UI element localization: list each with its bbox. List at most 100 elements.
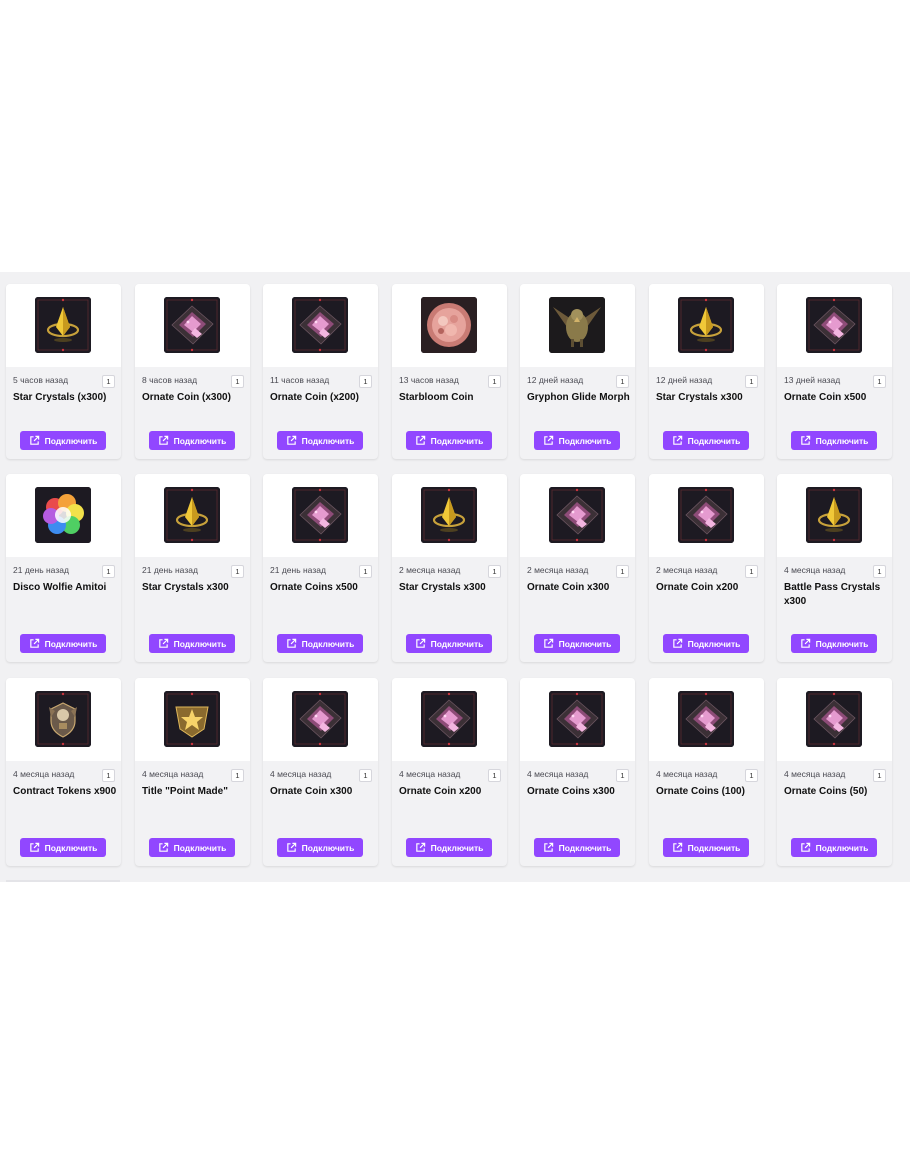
drop-card: 4 месяца назад 1 Ornate Coins (50) Подключи… (777, 678, 892, 866)
external-link-icon (415, 435, 426, 446)
connect-button[interactable]: Подключить (20, 431, 106, 450)
drop-card: 4 месяца назад 1 Ornate Coin x300 Подключит… (263, 678, 378, 866)
external-link-icon (29, 842, 40, 853)
connect-button-label: Подключить (558, 842, 612, 853)
connect-button-label: Подключить (301, 638, 355, 649)
connect-button[interactable]: Подключить (663, 838, 749, 857)
received-time: 4 месяца назад (270, 769, 332, 779)
quantity-badge: 1 (231, 565, 244, 578)
connect-button[interactable]: Подключить (663, 634, 749, 653)
connect-button[interactable]: Подключить (20, 634, 106, 653)
card-image-area (520, 678, 635, 761)
connect-button[interactable]: Подключить (791, 431, 877, 450)
card-image-area (777, 678, 892, 761)
external-link-icon (543, 842, 554, 853)
reward-title: Ornate Coins x500 (270, 582, 358, 593)
received-time: 4 месяца назад (142, 769, 204, 779)
connect-button-label: Подключить (815, 638, 869, 649)
title-badge-icon (164, 691, 220, 747)
connect-button[interactable]: Подключить (277, 431, 363, 450)
star-crystal-icon (678, 297, 734, 353)
connect-button-label: Подключить (173, 842, 227, 853)
drop-card: 8 часов назад 1 Ornate Coin (x300) Подключи… (135, 284, 250, 459)
card-image-area (649, 474, 764, 557)
quantity-badge: 1 (102, 565, 115, 578)
quantity-badge: 1 (102, 769, 115, 782)
drop-card: 4 месяца назад 1 Battle Pass Crystals x300… (777, 474, 892, 662)
connect-button[interactable]: Подключить (534, 431, 620, 450)
connect-button[interactable]: Подключить (149, 838, 235, 857)
received-time: 21 день назад (270, 565, 326, 575)
reward-title: Contract Tokens x900 (13, 786, 117, 797)
connect-button-label: Подключить (44, 638, 98, 649)
starbloom-coin-icon (421, 297, 477, 353)
card-image-area (6, 284, 121, 367)
reward-title: Battle Pass Crystals x300 (784, 582, 881, 607)
reward-title: Gryphon Glide Morph (527, 392, 630, 403)
connect-button[interactable]: Подключить (149, 634, 235, 653)
quantity-badge: 1 (616, 769, 629, 782)
connect-button[interactable]: Подключить (791, 838, 877, 857)
external-link-icon (800, 435, 811, 446)
connect-button[interactable]: Подключить (534, 634, 620, 653)
reward-title: Ornate Coin (x200) (270, 392, 359, 403)
ornate-coin-icon (164, 297, 220, 353)
connect-button-label: Подключить (687, 842, 741, 853)
drop-card: 21 день назад 1 Ornate Coins x500 Подключит… (263, 474, 378, 662)
reward-title: Ornate Coins (50) (784, 786, 868, 797)
ornate-coin-icon (292, 487, 348, 543)
received-time: 2 месяца назад (399, 565, 461, 575)
ornate-coin-icon (421, 691, 477, 747)
connect-button[interactable]: Подключить (406, 838, 492, 857)
received-time: 21 день назад (13, 565, 69, 575)
connect-button[interactable]: Подключить (534, 838, 620, 857)
quantity-badge: 1 (873, 565, 886, 578)
drop-card: 12 дней назад 1 Star Crystals x300 Подключи… (649, 284, 764, 459)
connect-button-label: Подключить (558, 435, 612, 446)
reward-title: Disco Wolfie Amitoi (13, 582, 107, 593)
drop-card: 13 дней назад 1 Ornate Coin x500 Подключить (777, 284, 892, 459)
quantity-badge: 1 (231, 375, 244, 388)
quantity-badge: 1 (102, 375, 115, 388)
drop-card: 12 дней назад 1 Gryphon Glide Morph Подключ… (520, 284, 635, 459)
external-link-icon (286, 842, 297, 853)
reward-title: Ornate Coin x200 (656, 582, 739, 593)
card-image-area (135, 474, 250, 557)
drop-card: 21 день назад 1 Disco Wolfie Amitoi Подключ… (6, 474, 121, 662)
reward-title: Starbloom Coin (399, 392, 474, 403)
ornate-coin-icon (806, 297, 862, 353)
external-link-icon (800, 842, 811, 853)
connect-button[interactable]: Подключить (20, 838, 106, 857)
reward-title: Ornate Coins (100) (656, 786, 745, 797)
drop-card: 4 месяца назад 1 Ornate Coins (100) Подключ… (649, 678, 764, 866)
connect-button-label: Подключить (430, 638, 484, 649)
drop-card: 13 часов назад 1 Starbloom Coin Подключить (392, 284, 507, 459)
reward-title: Star Crystals x300 (656, 392, 743, 403)
reward-title: Ornate Coin x300 (270, 786, 353, 797)
connect-button-label: Подключить (301, 435, 355, 446)
connect-button-label: Подключить (173, 638, 227, 649)
reward-title: Star Crystals (x300) (13, 392, 107, 403)
connect-button[interactable]: Подключить (149, 431, 235, 450)
card-image-area (777, 284, 892, 367)
connect-button[interactable]: Подключить (663, 431, 749, 450)
card-image-area (649, 284, 764, 367)
connect-button-label: Подключить (687, 435, 741, 446)
connect-button[interactable]: Подключить (406, 431, 492, 450)
quantity-badge: 1 (616, 375, 629, 388)
connect-button[interactable]: Подключить (277, 634, 363, 653)
drop-card: 2 месяца назад 1 Star Crystals x300 Подключ… (392, 474, 507, 662)
card-image-area (135, 678, 250, 761)
reward-title: Ornate Coin x300 (527, 582, 610, 593)
received-time: 13 дней назад (784, 375, 841, 385)
connect-button[interactable]: Подключить (406, 634, 492, 653)
received-time: 5 часов назад (13, 375, 69, 385)
card-image-area (392, 284, 507, 367)
drop-card: 4 месяца назад 1 Ornate Coins x300 Подключи… (520, 678, 635, 866)
connect-button[interactable]: Подключить (791, 634, 877, 653)
received-time: 4 месяца назад (784, 769, 846, 779)
quantity-badge: 1 (873, 769, 886, 782)
connect-button[interactable]: Подключить (277, 838, 363, 857)
card-image-area (777, 474, 892, 557)
external-link-icon (158, 638, 169, 649)
